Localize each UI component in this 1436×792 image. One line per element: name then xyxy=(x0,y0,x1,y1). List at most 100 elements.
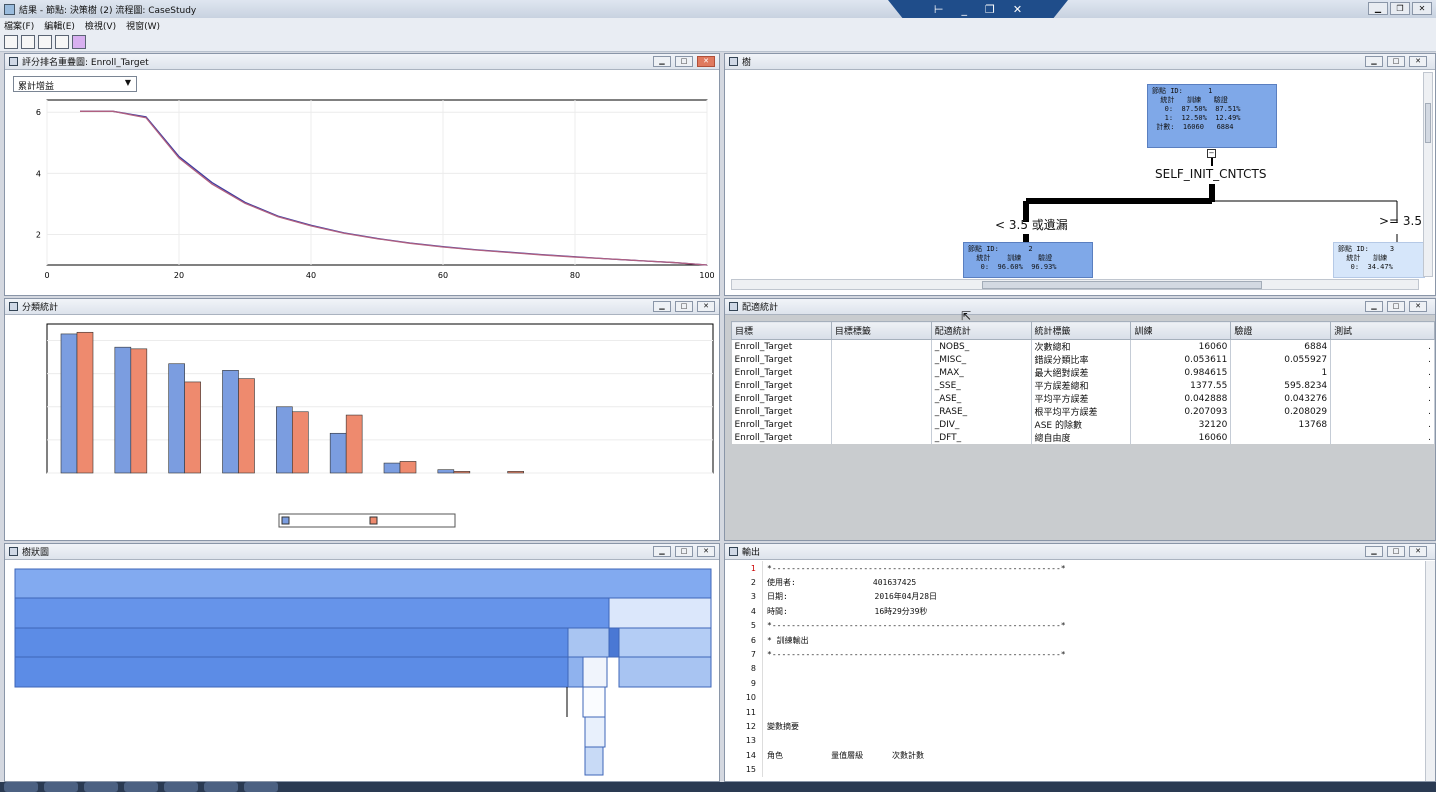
output-line: 15 xyxy=(725,762,1425,777)
column-header[interactable]: 配適統計 xyxy=(930,321,1032,340)
window-minimize-button[interactable]: ▁ xyxy=(1368,2,1388,15)
pane-minimize-button[interactable]: ▁ xyxy=(1365,301,1383,312)
fit-statistics-pane: 配適統計 ▁ □ ✕ 目標 目標標籤 配適統計 統計標籤 訓練 驗證 測試 Enroll_T… xyxy=(724,298,1436,541)
output-line: 12 變數摘要 xyxy=(725,719,1425,734)
scrollbar-thumb[interactable] xyxy=(1425,103,1431,143)
table-cell: . xyxy=(1330,418,1435,431)
taskbar-app-button[interactable] xyxy=(84,782,118,792)
taskbar-start-button[interactable] xyxy=(4,782,38,792)
column-header[interactable]: 統計標籤 xyxy=(1030,321,1132,340)
window-controls: ▁ ❐ ✕ xyxy=(1368,2,1432,15)
table-cell: 0.055927 xyxy=(1230,353,1332,366)
column-header[interactable]: 目標標籤 xyxy=(830,321,932,340)
vertical-scrollbar[interactable] xyxy=(1423,72,1433,277)
pane-maximize-button[interactable]: □ xyxy=(675,301,693,312)
properties-icon[interactable] xyxy=(4,35,18,49)
print-icon[interactable] xyxy=(38,35,52,49)
table-cell: Enroll_Target xyxy=(731,353,832,366)
toolbar xyxy=(0,32,1436,52)
line-number: 10 xyxy=(725,690,763,705)
line-text: 時間: 16時29分39秒 xyxy=(767,606,928,616)
layout-icon[interactable] xyxy=(55,35,69,49)
bar-chart-icon xyxy=(9,302,18,311)
line-number: 9 xyxy=(725,676,763,691)
taskbar-app-button[interactable] xyxy=(204,782,238,792)
pane-close-button[interactable]: ✕ xyxy=(697,56,715,67)
pane-maximize-button[interactable]: □ xyxy=(675,56,693,67)
x-tick-label: 0 xyxy=(44,271,49,280)
column-header[interactable]: 訓練 xyxy=(1130,321,1232,340)
table-cell: 16060 xyxy=(1130,339,1232,353)
horizontal-scrollbar[interactable] xyxy=(731,279,1419,290)
table-cell: 總自由度 xyxy=(1031,431,1132,444)
pane-maximize-button[interactable]: □ xyxy=(675,546,693,557)
taskbar-app-button[interactable] xyxy=(244,782,278,792)
pane-maximize-button[interactable]: □ xyxy=(1387,546,1405,557)
output-line: 3 日期: 2016年04月28日 xyxy=(725,589,1425,605)
fit-pane-title: 配適統計 xyxy=(742,303,779,313)
pane-maximize-button[interactable]: □ xyxy=(1387,301,1405,312)
taskbar-app-button[interactable] xyxy=(44,782,78,792)
menu-view[interactable]: 檢視(V) xyxy=(85,19,116,32)
lightning-icon[interactable] xyxy=(72,35,86,49)
pane-controls: ▁ □ ✕ xyxy=(1365,301,1427,312)
table-row[interactable]: Enroll_Target _MISC_ 錯誤分類比率 0.053611 0.05592… xyxy=(731,353,1435,366)
pane-minimize-button[interactable]: ▁ xyxy=(653,546,671,557)
column-header[interactable]: 驗證 xyxy=(1230,321,1332,340)
restore-icon[interactable]: ❐ xyxy=(985,3,995,16)
table-row[interactable]: Enroll_Target _NOBS_ 次數總和 16060 6884. xyxy=(731,339,1435,353)
line-number: 5 xyxy=(725,618,763,633)
taskbar-app-button[interactable] xyxy=(164,782,198,792)
window-close-button[interactable]: ✕ xyxy=(1412,2,1432,15)
treemap-pane: 樹狀圖 ▁ □ ✕ xyxy=(4,543,720,782)
tree-pane: 樹 ▁ □ ✕ 節點 ID: 1 統計 訓練 驗證 0: 87.50% 87.5… xyxy=(724,53,1436,296)
output-text[interactable]: 1 *--------------------------------------… xyxy=(725,561,1425,781)
table-row[interactable]: Enroll_Target _ASE_ 平均平方誤差 0.042888 0.043276… xyxy=(731,392,1435,405)
taskbar-app-button[interactable] xyxy=(124,782,158,792)
y-tick-label: 2 xyxy=(36,230,41,239)
table-row[interactable]: Enroll_Target _DIV_ ASE 的除數 32120 13768. xyxy=(731,418,1435,431)
window-restore-button[interactable]: ❐ xyxy=(1390,2,1410,15)
x-tick-label: 40 xyxy=(306,271,316,280)
table-row[interactable]: Enroll_Target _DFT_ 總自由度 16060. xyxy=(731,431,1435,444)
table-cell xyxy=(831,366,932,379)
document-icon[interactable] xyxy=(21,35,35,49)
table-row[interactable]: Enroll_Target _RASE_ 根平均平方誤差 0.207093 0.2080… xyxy=(731,405,1435,418)
remote-session-bar[interactable]: ⊢ _ ❐ ✕ xyxy=(888,0,1068,18)
treemap-icon xyxy=(9,547,18,556)
menu-window[interactable]: 視窗(W) xyxy=(126,19,160,32)
table-row[interactable]: Enroll_Target _MAX_ 最大絕對誤差 0.984615 1. xyxy=(731,366,1435,379)
pane-close-button[interactable]: ✕ xyxy=(697,301,715,312)
pane-minimize-button[interactable]: ▁ xyxy=(653,56,671,67)
close-icon[interactable]: ✕ xyxy=(1013,3,1022,16)
treemap-node-2 xyxy=(14,597,610,629)
title-bar: 結果 - 節點: 決策樹 (2) 流程圖: CaseStudy xyxy=(0,0,1436,18)
table-cell: _SSE_ xyxy=(931,379,1032,392)
bar-validate xyxy=(507,471,524,474)
pin-icon[interactable]: ⊢ xyxy=(934,3,944,16)
scrollbar-thumb[interactable] xyxy=(982,281,1262,289)
statistic-dropdown[interactable]: 累計增益 ▼ xyxy=(13,76,137,92)
column-header[interactable]: 測試 xyxy=(1330,321,1435,340)
tree-node-left[interactable]: 節點 ID: 2 統計 訓練 驗證 0: 96.60% 96.93% xyxy=(963,242,1093,278)
output-pane-title: 輸出 xyxy=(742,548,761,558)
output-line: 14 角色 量值層級 次數計數 xyxy=(725,748,1425,763)
chevron-down-icon[interactable]: ▼ xyxy=(122,78,134,90)
line-number: 4 xyxy=(725,604,763,619)
table-row[interactable]: Enroll_Target _SSE_ 平方誤差總和 1377.55 595.8234. xyxy=(731,379,1435,392)
tree-node-right[interactable]: 節點 ID: 3 統計 訓練 0: 34.47% xyxy=(1333,242,1425,278)
plot-area xyxy=(46,99,708,266)
vertical-scrollbar[interactable] xyxy=(1425,561,1435,781)
minimize-icon[interactable]: _ xyxy=(962,3,968,16)
pane-close-button[interactable]: ✕ xyxy=(1409,301,1427,312)
pane-close-button[interactable]: ✕ xyxy=(697,546,715,557)
menu-edit[interactable]: 編輯(E) xyxy=(44,19,75,32)
table-cell: 1377.55 xyxy=(1130,379,1232,392)
pane-close-button[interactable]: ✕ xyxy=(1409,546,1427,557)
treemap-node-10 xyxy=(582,656,608,688)
column-header[interactable]: 目標 xyxy=(731,321,832,340)
pane-minimize-button[interactable]: ▁ xyxy=(653,301,671,312)
pane-minimize-button[interactable]: ▁ xyxy=(1365,546,1383,557)
treemap-node-4 xyxy=(14,627,569,658)
menu-file[interactable]: 檔案(F) xyxy=(4,19,34,32)
